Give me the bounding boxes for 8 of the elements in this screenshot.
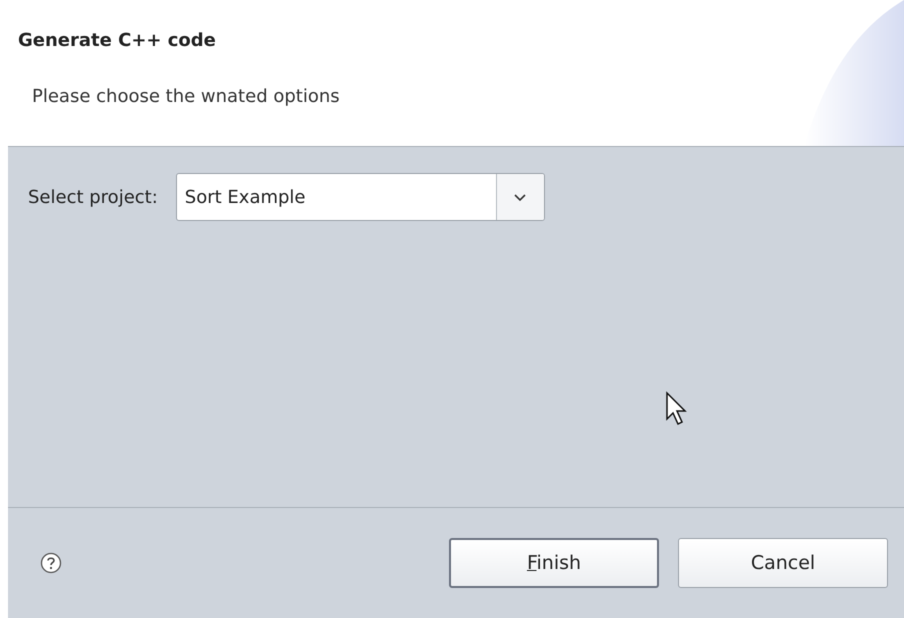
project-label: Select project: <box>28 186 158 210</box>
project-dropdown[interactable]: Sort Example <box>176 173 545 221</box>
finish-button[interactable]: Finish <box>449 538 659 588</box>
cancel-button[interactable]: Cancel <box>678 538 888 588</box>
chevron-down-icon <box>513 192 528 202</box>
dialog-subtitle: Please choose the wnated options <box>32 85 340 109</box>
help-icon[interactable] <box>40 552 62 574</box>
dialog-title: Generate C++ code <box>18 29 216 53</box>
